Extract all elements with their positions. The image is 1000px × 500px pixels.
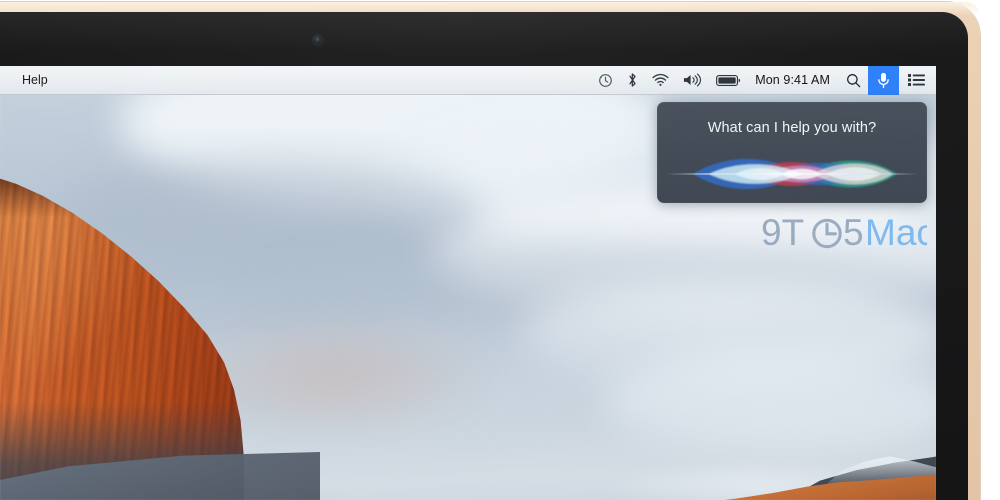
notification-center-icon[interactable] [899,66,936,95]
menu-bar: Help Mon 9:41 AM [0,66,936,95]
battery-icon[interactable] [709,66,748,95]
bezel-top-glow [0,12,968,52]
search-icon[interactable] [839,66,868,95]
siri-waveform [665,150,919,198]
volume-icon[interactable] [676,66,709,95]
siri-menu-bar-button[interactable] [868,66,899,95]
siri-prompt-text: What can I help you with? [707,120,877,136]
display-screen: Help Mon 9:41 AM What can I help you wit… [0,66,936,500]
screenshot-root: Help Mon 9:41 AM What can I help you wit… [0,0,1000,500]
facetime-camera-lens [316,38,319,41]
wifi-icon[interactable] [645,66,676,95]
bluetooth-icon[interactable] [620,66,645,95]
siri-microphone-icon [878,72,889,88]
menu-bar-status-area: Mon 9:41 AM [591,66,936,95]
time-machine-icon[interactable] [591,66,620,95]
menu-bar-clock[interactable]: Mon 9:41 AM [748,66,839,95]
menu-item-help[interactable]: Help [13,66,57,95]
menu-bar-left: Help [0,66,57,95]
siri-panel[interactable]: What can I help you with? [657,102,927,203]
